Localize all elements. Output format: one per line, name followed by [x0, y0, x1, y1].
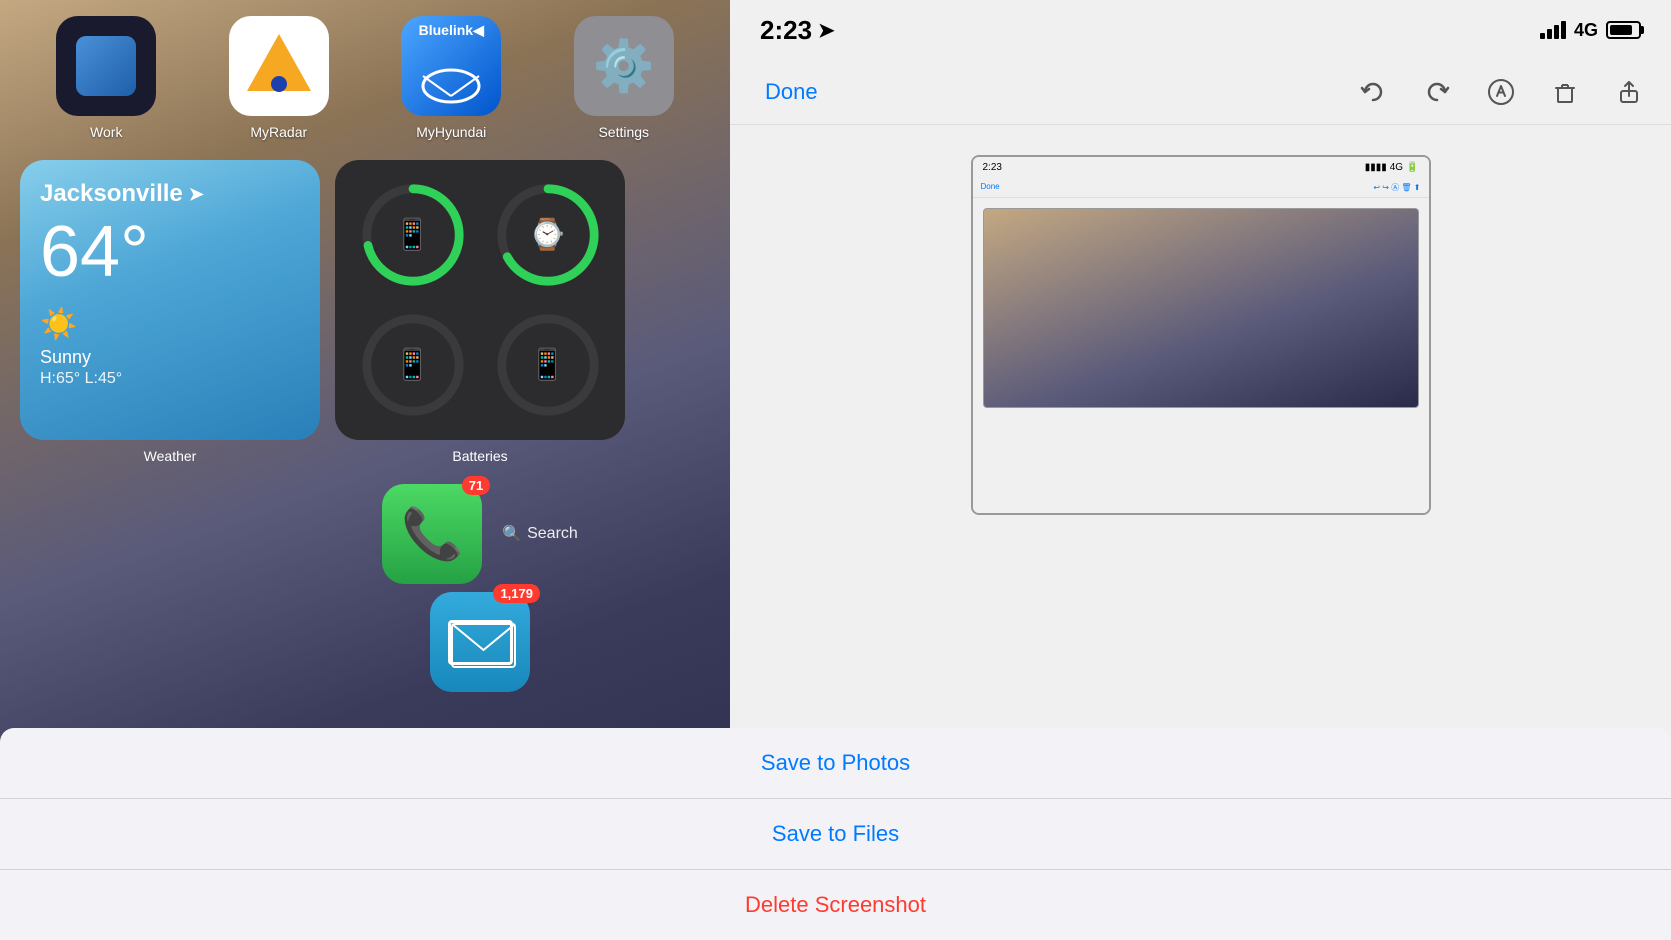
battery-empty-2: 📱 — [485, 305, 610, 425]
phone-app-icon[interactable]: 📞 — [382, 484, 482, 584]
batteries-app-label: Batteries — [452, 448, 507, 464]
phone-battery-icon: 📱 — [394, 218, 431, 253]
weather-widget-container: Jacksonville ➤ 64° ☀️ Sunny H:65° L:45° … — [20, 160, 320, 692]
battery-phone-circle: 📱 — [358, 180, 468, 290]
weather-temp: 64° — [40, 213, 300, 292]
share-button[interactable] — [1612, 75, 1646, 109]
corner-tr — [1411, 155, 1431, 175]
phone-search-row: 📞 71 🔍 Search — [382, 484, 578, 584]
markup-button[interactable] — [1484, 75, 1518, 109]
watch-battery-icon: ⌚ — [529, 218, 566, 253]
battery-empty-2-circle: 📱 — [493, 310, 603, 420]
myradar-svg — [239, 26, 319, 106]
mail-svg — [451, 623, 516, 668]
corner-tl — [971, 155, 991, 175]
status-time: 2:23 ➤ — [760, 15, 835, 46]
share-icon — [1615, 78, 1643, 106]
signal-bars-icon — [1540, 21, 1566, 39]
trash-button[interactable] — [1548, 75, 1582, 109]
bluelink-text: Bluelink◀ — [401, 22, 501, 39]
phone-badge: 71 — [462, 476, 490, 495]
widgets-row: Jacksonville ➤ 64° ☀️ Sunny H:65° L:45° … — [0, 145, 730, 707]
mail-app-icon[interactable] — [430, 592, 530, 692]
status-bar: 2:23 ➤ 4G — [730, 0, 1671, 60]
battery-fill — [1610, 25, 1632, 35]
battery-empty-1-circle: 📱 — [358, 310, 468, 420]
settings-gear-icon: ⚙️ — [596, 39, 651, 94]
app-work[interactable]: Work — [41, 16, 171, 140]
app-settings[interactable]: ⚙️ Settings — [559, 16, 689, 140]
editor-toolbar: Done — [730, 60, 1671, 125]
weather-app-label: Weather — [144, 448, 197, 464]
search-icon: 🔍 — [502, 524, 522, 544]
signal-bar-2 — [1547, 29, 1552, 39]
signal-bar-1 — [1540, 33, 1545, 39]
bluelink-svg — [416, 56, 486, 106]
undo-icon — [1359, 78, 1387, 106]
save-to-files-button[interactable]: Save to Files — [0, 799, 1671, 870]
inner-screenshot-content: 2:23 ▮▮▮▮ 4G 🔋 Done ↩ ↪ Ⓐ 🗑 ⬆ — [973, 157, 1429, 513]
top-apps-row: Work MyRadar Bluelink◀ — [0, 0, 730, 140]
mini-preview-content — [983, 208, 1419, 408]
mini-toolbar: Done ↩ ↪ Ⓐ 🗑 ⬆ — [973, 178, 1429, 198]
empty-battery-1-icon: 📱 — [394, 348, 431, 383]
mini-signal-icon: ▮▮▮▮ — [1365, 162, 1387, 173]
battery-status-icon — [1606, 21, 1641, 39]
corner-bl — [971, 495, 991, 515]
weather-widget[interactable]: Jacksonville ➤ 64° ☀️ Sunny H:65° L:45° — [20, 160, 320, 440]
bluelink-icon: Bluelink◀ — [401, 16, 501, 116]
sun-icon: ☀️ — [40, 307, 300, 342]
battery-watch: ⌚ — [485, 175, 610, 295]
search-area: 🔍 Search — [502, 524, 578, 544]
search-bar[interactable]: 🔍 Search — [502, 524, 578, 544]
myhyundai-label: MyHyundai — [416, 124, 486, 140]
delete-screenshot-button[interactable]: Delete Screenshot — [0, 870, 1671, 940]
location-arrow-status-icon: ➤ — [818, 18, 835, 43]
corner-br — [1411, 495, 1431, 515]
right-column: 📱 ⌚ — [335, 160, 625, 692]
weather-condition: Sunny — [40, 347, 300, 368]
batteries-widget[interactable]: 📱 ⌚ — [335, 160, 625, 440]
right-panel: 2:23 ➤ 4G Done — [730, 0, 1671, 940]
app-myhyundai[interactable]: Bluelink◀ MyHyundai — [386, 16, 516, 140]
undo-button[interactable] — [1356, 75, 1390, 109]
redo-button[interactable] — [1420, 75, 1454, 109]
center-column: 📞 71 🔍 Search — [382, 484, 578, 692]
search-label: Search — [527, 525, 578, 543]
location-arrow-icon: ➤ — [189, 184, 204, 205]
mail-app-container: 1,179 — [430, 592, 530, 692]
signal-bar-3 — [1554, 25, 1559, 39]
empty-battery-2-icon: 📱 — [529, 348, 566, 383]
work-label: Work — [90, 124, 122, 140]
mini-status-bar: 2:23 ▮▮▮▮ 4G 🔋 — [973, 157, 1429, 178]
screenshot-frame: 2:23 ▮▮▮▮ 4G 🔋 Done ↩ ↪ Ⓐ 🗑 ⬆ — [971, 155, 1431, 515]
settings-icon: ⚙️ — [574, 16, 674, 116]
settings-label: Settings — [598, 124, 649, 140]
app-myradar[interactable]: MyRadar — [214, 16, 344, 140]
mail-envelope-icon — [448, 620, 513, 665]
batteries-container: 📱 ⌚ — [335, 160, 625, 464]
markup-icon — [1487, 78, 1515, 106]
4g-label: 4G — [1574, 20, 1598, 41]
toolbar-icons — [1356, 75, 1646, 109]
status-right: 4G — [1540, 20, 1641, 41]
weather-city: Jacksonville ➤ — [40, 180, 300, 208]
redo-icon — [1423, 78, 1451, 106]
myradar-icon — [229, 16, 329, 116]
action-sheet: Save to Photos Save to Files Delete Scre… — [0, 728, 1671, 940]
battery-phone: 📱 — [350, 175, 475, 295]
myradar-label: MyRadar — [250, 124, 307, 140]
battery-empty-1: 📱 — [350, 305, 475, 425]
done-button[interactable]: Done — [755, 74, 828, 110]
phone-symbol-icon: 📞 — [401, 505, 463, 564]
trash-icon — [1551, 78, 1579, 106]
weather-hilo: H:65° L:45° — [40, 370, 300, 388]
mail-badge: 1,179 — [493, 584, 540, 603]
signal-bar-4 — [1561, 21, 1566, 39]
mini-toolbar-icons: ↩ ↪ Ⓐ 🗑 ⬆ — [1373, 182, 1420, 193]
save-to-photos-button[interactable]: Save to Photos — [0, 728, 1671, 799]
battery-watch-circle: ⌚ — [493, 180, 603, 290]
phone-app-container: 📞 71 — [382, 484, 482, 584]
work-icon — [56, 16, 156, 116]
